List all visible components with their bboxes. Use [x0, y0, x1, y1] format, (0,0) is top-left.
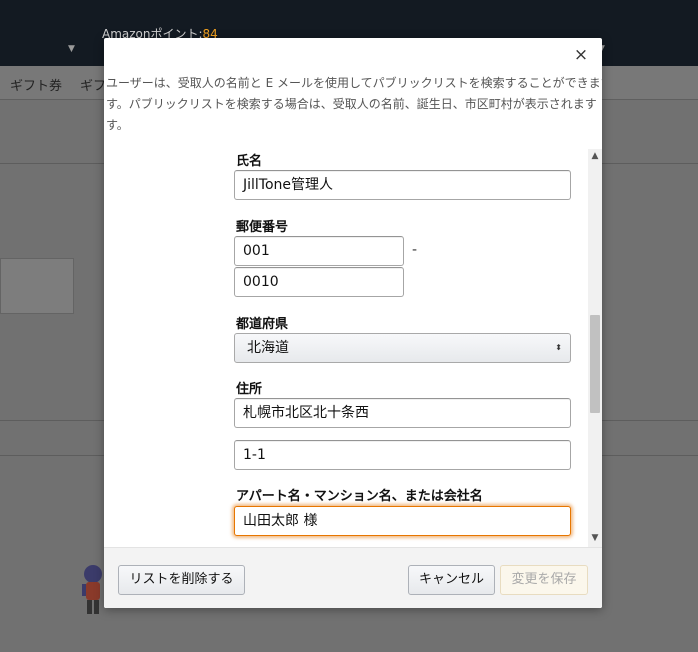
- nav-item-gift-card: ギフト券: [10, 79, 63, 94]
- caret-down-icon: ▼: [68, 44, 75, 54]
- description-line: す。パブリックリストを検索する場合は、受取人の名前、誕生日、市区町村が表示されま…: [106, 97, 597, 111]
- description-line: す。: [106, 118, 129, 131]
- building-label: アパート名・マンション名、または会社名: [236, 489, 483, 504]
- address-label: 住所: [236, 382, 263, 397]
- save-changes-button[interactable]: 変更を保存: [500, 565, 588, 595]
- delete-list-button[interactable]: リストを削除する: [118, 565, 245, 595]
- cancel-button[interactable]: キャンセル: [408, 565, 495, 595]
- background-panel: [0, 258, 74, 314]
- postal-code-part2-field[interactable]: 0010: [234, 267, 404, 297]
- close-icon[interactable]: ×: [572, 46, 590, 64]
- form-scrollbar[interactable]: ▲ ▼: [588, 149, 602, 547]
- scrollbar-thumb[interactable]: [590, 315, 600, 413]
- scroll-up-icon[interactable]: ▲: [588, 151, 602, 163]
- prefecture-select[interactable]: 北海道 ⬍: [234, 333, 571, 363]
- address-form: 氏名 JillTone管理人 郵便番号 001 - 0010 都道府県 北海道 …: [104, 149, 602, 547]
- address-line2-field[interactable]: 1-1: [234, 440, 571, 470]
- postal-code-separator: -: [412, 242, 418, 258]
- dialog-description: ユーザーは、受取人の名前と E メールを使用してパブリックリストを検索することが…: [106, 73, 602, 131]
- dialog-footer: リストを削除する キャンセル 変更を保存: [104, 547, 602, 608]
- nav-item-gift: ギフ: [80, 79, 107, 94]
- name-field[interactable]: JillTone管理人: [234, 170, 571, 200]
- select-arrow-icon: ⬍: [555, 343, 562, 352]
- building-field[interactable]: 山田太郎 様: [234, 506, 571, 536]
- prefecture-label: 都道府県: [236, 317, 289, 332]
- description-line: ユーザーは、受取人の名前と E メールを使用してパブリックリストを検索することが…: [106, 76, 602, 90]
- postal-code-part1-field[interactable]: 001: [234, 236, 404, 266]
- postal-code-label: 郵便番号: [236, 220, 289, 235]
- scroll-down-icon[interactable]: ▼: [588, 533, 602, 545]
- address-line1-field[interactable]: 札幌市北区北十条西: [234, 398, 571, 428]
- name-label: 氏名: [236, 154, 263, 169]
- edit-list-dialog: × ユーザーは、受取人の名前と E メールを使用してパブリックリストを検索するこ…: [104, 38, 602, 608]
- prefecture-selected-value: 北海道: [247, 340, 289, 356]
